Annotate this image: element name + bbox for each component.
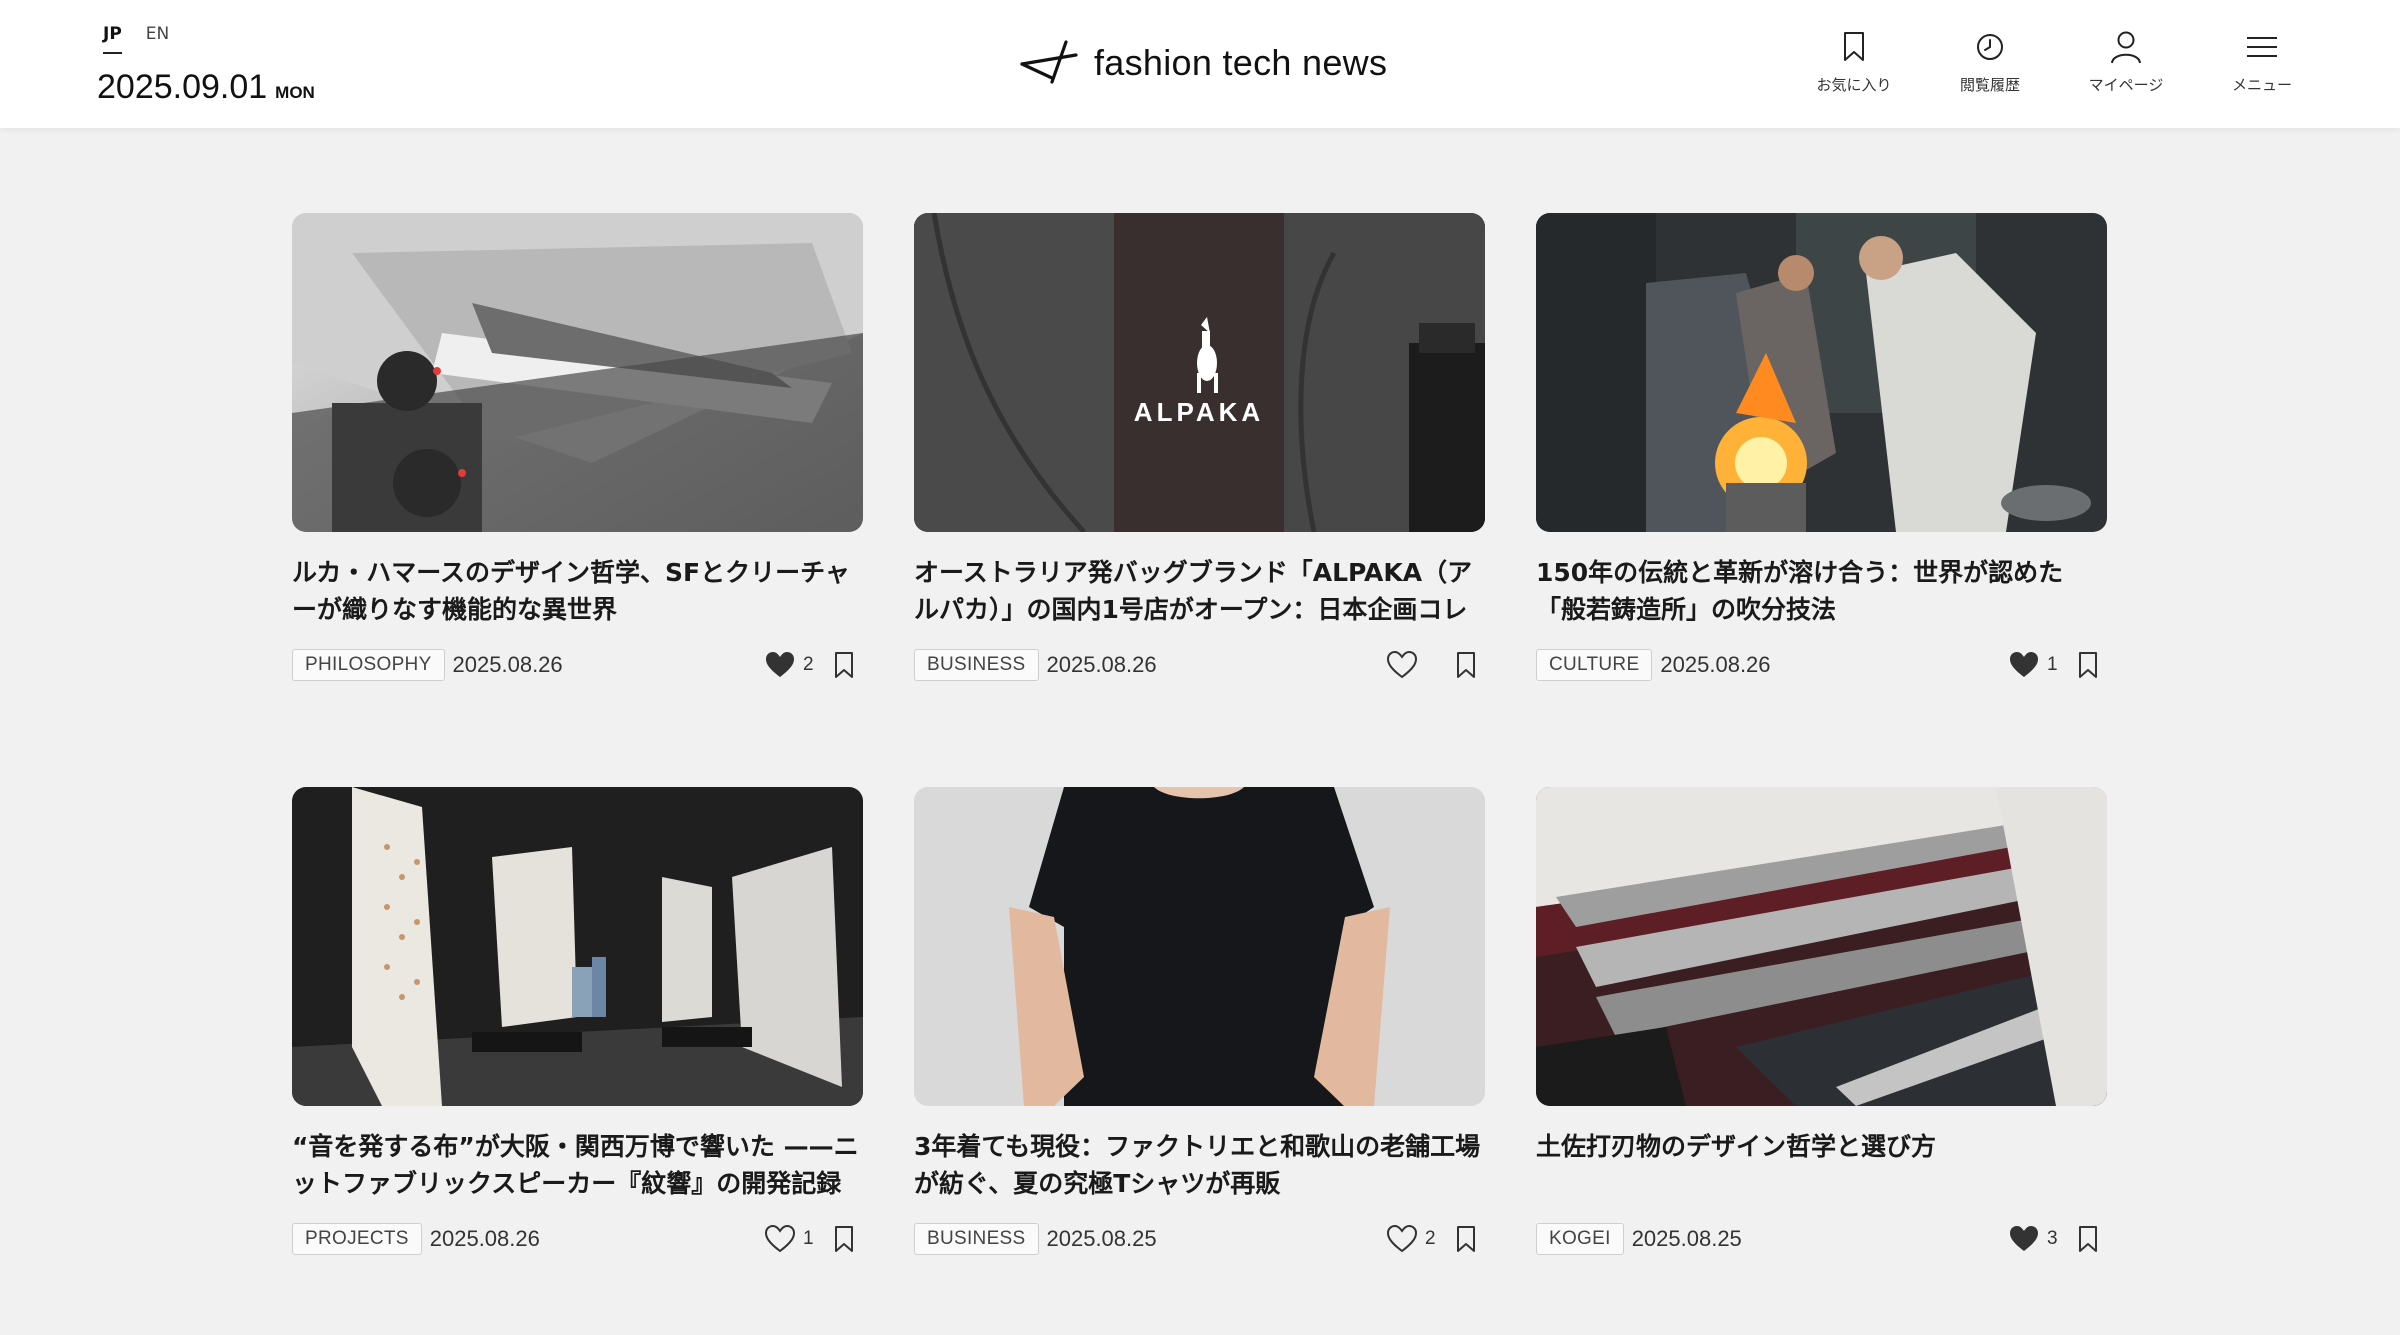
article-title[interactable]: 土佐打刃物のデザイン哲学と選び方	[1536, 1128, 2107, 1202]
article-title[interactable]: 150年の伝統と革新が溶け合う：世界が認めた「般若鋳造所」の吹分技法	[1536, 554, 2107, 628]
article-card[interactable]: ALPAKA オーストラリア発バッグブランド「ALPAKA（アルパカ）」の国内1…	[914, 213, 1485, 787]
publish-date: 2025.08.26	[429, 1226, 540, 1251]
article-actions	[1387, 650, 1477, 680]
article-thumbnail[interactable]	[292, 213, 863, 532]
logo-mark-icon	[1020, 40, 1078, 84]
article-thumbnail[interactable]	[1536, 213, 2107, 532]
site-header: JP EN 2025.09.01 MON fashion tech news お…	[0, 0, 2400, 128]
publish-date: 2025.08.25	[1046, 1226, 1157, 1251]
nav-menu-label: メニュー	[2231, 76, 2292, 94]
like-count: 1	[803, 1228, 814, 1249]
hamburger-menu-icon	[2245, 28, 2279, 66]
language-switcher: JP EN	[103, 24, 169, 54]
article-thumbnail[interactable]	[914, 787, 1485, 1106]
article-thumbnail[interactable]: ALPAKA	[914, 213, 1485, 532]
article-actions: 3	[2009, 1224, 2099, 1254]
heart-outline-icon[interactable]	[1387, 1224, 1417, 1254]
category-tag[interactable]: CULTURE	[1536, 649, 1653, 681]
clock-icon	[1973, 28, 2007, 66]
bookmark-icon[interactable]	[833, 650, 855, 680]
date-value: 2025.09.01	[97, 68, 268, 106]
article-thumbnail[interactable]	[1536, 787, 2107, 1106]
article-title[interactable]: オーストラリア発バッグブランド「ALPAKA（アルパカ）」の国内1号店がオープン…	[914, 554, 1485, 628]
header-nav: お気に入り 閲覧履歴 マイページ メニュー	[1812, 28, 2304, 95]
article-card[interactable]: 150年の伝統と革新が溶け合う：世界が認めた「般若鋳造所」の吹分技法 CULTU…	[1536, 213, 2107, 787]
nav-favorites-label: お気に入り	[1816, 76, 1892, 94]
user-icon	[2109, 28, 2143, 66]
category-tag[interactable]: BUSINESS	[914, 1223, 1039, 1255]
lang-jp[interactable]: JP	[103, 24, 122, 54]
nav-mypage-label: マイページ	[2088, 76, 2164, 94]
heart-filled-icon[interactable]	[765, 650, 795, 680]
article-actions: 2	[765, 650, 855, 680]
publish-date: 2025.08.26	[1046, 652, 1157, 677]
image-brand-text: ALPAKA	[1134, 397, 1264, 427]
bookmark-icon[interactable]	[2077, 1224, 2099, 1254]
heart-filled-icon[interactable]	[2009, 1224, 2039, 1254]
like-count: 1	[2047, 654, 2058, 675]
heart-outline-icon[interactable]	[765, 1224, 795, 1254]
article-title[interactable]: ルカ・ハマースのデザイン哲学、SFとクリーチャーが織りなす機能的な異世界	[292, 554, 863, 628]
heart-filled-icon[interactable]	[2009, 650, 2039, 680]
publish-date: 2025.08.25	[1631, 1226, 1742, 1251]
bookmark-icon[interactable]	[1455, 1224, 1477, 1254]
nav-menu[interactable]: メニュー	[2220, 28, 2304, 95]
article-actions: 1	[765, 1224, 855, 1254]
bookmark-icon[interactable]	[833, 1224, 855, 1254]
article-thumbnail[interactable]	[292, 787, 863, 1106]
nav-mypage[interactable]: マイページ	[2084, 28, 2168, 95]
article-grid: ルカ・ハマースのデザイン哲学、SFとクリーチャーが織りなす機能的な異世界 PHI…	[292, 213, 2107, 1335]
current-date: 2025.09.01 MON	[97, 68, 315, 107]
category-tag[interactable]: PHILOSOPHY	[292, 649, 445, 681]
article-card[interactable]: 3年着ても現役：ファクトリエと和歌山の老舗工場が紡ぐ、夏の究極Tシャツが再販 B…	[914, 787, 1485, 1335]
publish-date: 2025.08.26	[1660, 652, 1771, 677]
weekday: MON	[275, 83, 315, 102]
bookmark-icon	[1837, 28, 1871, 66]
article-meta: BUSINESS 2025.08.26	[914, 648, 1485, 682]
article-meta: CULTURE 2025.08.26 1	[1536, 648, 2107, 682]
publish-date: 2025.08.26	[452, 652, 563, 677]
article-meta: KOGEI 2025.08.25 3	[1536, 1222, 2107, 1256]
logo-text: fashion tech news	[1094, 42, 1388, 83]
article-actions: 2	[1387, 1224, 1477, 1254]
bookmark-icon[interactable]	[2077, 650, 2099, 680]
site-logo[interactable]: fashion tech news	[1018, 38, 1387, 88]
article-card[interactable]: ルカ・ハマースのデザイン哲学、SFとクリーチャーが織りなす機能的な異世界 PHI…	[292, 213, 863, 787]
article-actions: 1	[2009, 650, 2099, 680]
like-count: 2	[803, 654, 814, 675]
article-title[interactable]: 3年着ても現役：ファクトリエと和歌山の老舗工場が紡ぐ、夏の究極Tシャツが再販	[914, 1128, 1485, 1202]
like-count: 3	[2047, 1228, 2058, 1249]
lang-en[interactable]: EN	[146, 24, 169, 54]
article-meta: BUSINESS 2025.08.25 2	[914, 1222, 1485, 1256]
bookmark-icon[interactable]	[1455, 650, 1477, 680]
category-tag[interactable]: KOGEI	[1536, 1223, 1624, 1255]
nav-favorites[interactable]: お気に入り	[1812, 28, 1896, 95]
category-tag[interactable]: BUSINESS	[914, 649, 1039, 681]
nav-history-label: 閲覧履歴	[1959, 76, 2020, 94]
nav-history[interactable]: 閲覧履歴	[1948, 28, 2032, 95]
article-card[interactable]: 土佐打刃物のデザイン哲学と選び方 KOGEI 2025.08.25 3	[1536, 787, 2107, 1335]
like-count: 2	[1425, 1228, 1436, 1249]
article-meta: PROJECTS 2025.08.26 1	[292, 1222, 863, 1256]
article-meta: PHILOSOPHY 2025.08.26 2	[292, 648, 863, 682]
category-tag[interactable]: PROJECTS	[292, 1223, 422, 1255]
heart-outline-icon[interactable]	[1387, 650, 1417, 680]
article-card[interactable]: “音を発する布”が大阪・関西万博で響いた ——ニットファブリックスピーカー『紋響…	[292, 787, 863, 1335]
article-title[interactable]: “音を発する布”が大阪・関西万博で響いた ——ニットファブリックスピーカー『紋響…	[292, 1128, 863, 1202]
